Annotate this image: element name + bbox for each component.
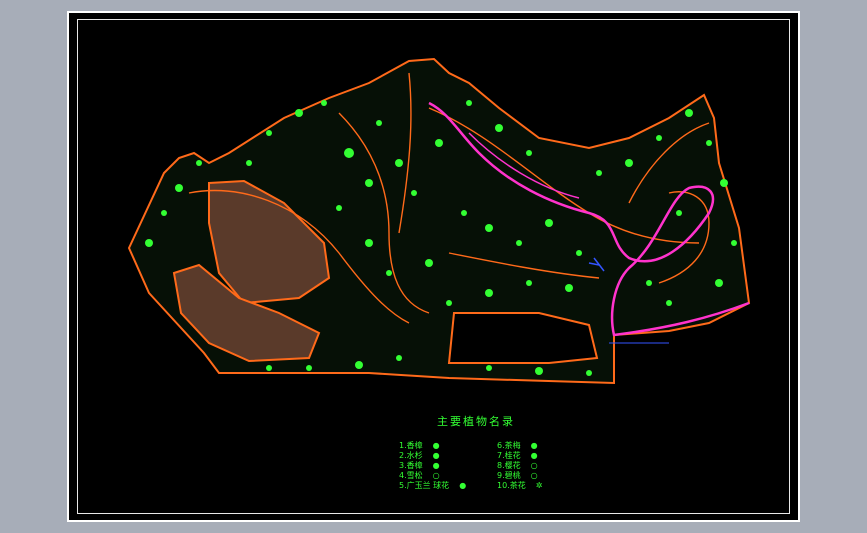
- drawing-sheet: 主要植物名录 1.香樟 ● 2.水杉 ● 3.香樟 ● 4.雪松 ○ 5.广玉兰 球花 ●…: [67, 11, 800, 522]
- legend-title: 主要植物名录: [437, 415, 515, 428]
- legend-item: 5.广玉兰 球花 ●: [399, 481, 467, 490]
- legend-item: 10.茶花 ✲: [497, 481, 543, 490]
